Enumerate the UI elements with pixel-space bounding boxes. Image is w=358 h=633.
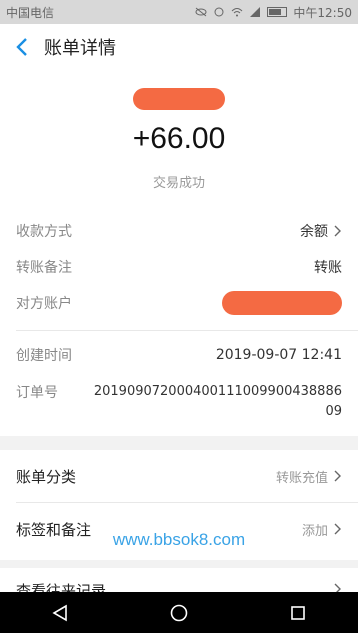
redacted-payer-name <box>133 88 225 110</box>
divider <box>16 330 358 331</box>
transfer-note-row: 转账备注 转账 <box>0 252 358 282</box>
amount-value: +66.00 <box>132 122 226 155</box>
watermark: www.bbsok8.com <box>112 530 246 549</box>
created-time-value: 2019-09-07 12:41 <box>215 347 342 363</box>
payment-method-row[interactable]: 收款方式 余额 <box>0 216 358 246</box>
signal-icon <box>250 7 261 17</box>
transfer-note-value: 转账 <box>314 260 342 276</box>
transaction-status: 交易成功 <box>152 176 205 191</box>
order-number-value: 201909072000400111009900438886 09 <box>93 384 342 419</box>
bill-category-value: 转账充值 <box>275 470 328 486</box>
bill-category-label: 账单分类 <box>16 467 77 486</box>
eye-off-icon <box>195 7 207 17</box>
wifi-icon <box>232 8 243 17</box>
chevron-right-icon <box>334 583 341 592</box>
clock-label: 中午12:50 <box>293 5 352 20</box>
payment-method-label: 收款方式 <box>16 224 72 240</box>
created-time-row: 创建时间 2019-09-07 12:41 <box>0 340 358 370</box>
carrier-label: 中国电信 <box>6 5 55 20</box>
back-button[interactable] <box>12 35 32 59</box>
nav-home-button[interactable] <box>159 598 199 628</box>
status-icons: 中午12:50 <box>195 4 352 21</box>
nav-recents-button[interactable] <box>278 598 318 628</box>
chevron-right-icon <box>334 225 341 237</box>
history-label: 查看往来记录 <box>16 582 107 592</box>
detail-card: 收款方式 余额 转账备注 转账 对方账户 创建时间 2019-09-07 12:… <box>0 210 358 436</box>
status-bar: 中国电信 中午12:50 <box>0 0 358 24</box>
bill-category-row[interactable]: 账单分类 转账充值 <box>0 450 358 502</box>
payment-method-value: 余额 <box>300 224 328 240</box>
history-chevron <box>328 580 342 592</box>
nav-back-button[interactable] <box>40 598 80 628</box>
amount-card: +66.00 交易成功 <box>0 70 358 210</box>
battery-icon <box>267 7 288 17</box>
bill-category-value-wrap: 转账充值 <box>276 467 342 486</box>
alarm-icon <box>214 7 224 17</box>
chevron-right-icon <box>334 470 341 482</box>
system-nav-bar <box>0 592 358 633</box>
order-number-label: 订单号 <box>16 385 58 401</box>
chevron-left-icon <box>16 38 27 56</box>
circle-home-icon <box>170 604 188 621</box>
counterparty-row: 对方账户 <box>0 288 358 318</box>
payment-method-value-wrap: 余额 <box>300 221 342 241</box>
triangle-back-icon <box>52 604 67 621</box>
counterparty-label: 对方账户 <box>16 296 72 312</box>
page-title: 账单详情 <box>44 38 116 59</box>
square-recents-icon <box>291 605 306 620</box>
created-time-label: 创建时间 <box>16 348 72 364</box>
history-row[interactable]: 查看往来记录 <box>0 568 358 592</box>
redacted-counterparty-account <box>222 291 342 315</box>
header-bar: 账单详情 <box>0 24 358 70</box>
transfer-note-label: 转账备注 <box>16 260 72 276</box>
